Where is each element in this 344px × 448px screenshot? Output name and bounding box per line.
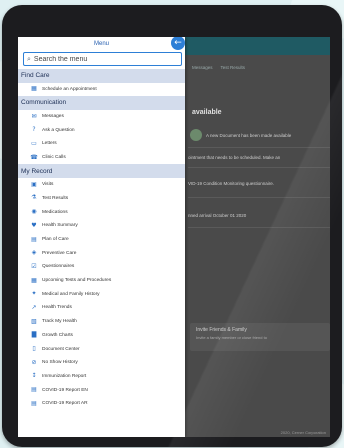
syringe-icon: ↕ bbox=[31, 372, 37, 380]
divider bbox=[188, 147, 330, 148]
document-icon: ▯ bbox=[32, 345, 36, 353]
menu-item[interactable]: ☑ Questionnaires bbox=[18, 260, 185, 274]
menu-item-label: Schedule an Appointment bbox=[42, 86, 97, 92]
menu-item-label: Upcoming Tests and Procedures bbox=[42, 278, 112, 284]
tablet-frame: Messages Test Results available A new Do… bbox=[2, 5, 342, 447]
menu-item[interactable]: ✉ Messages bbox=[18, 110, 185, 124]
notification-line[interactable]: VID-19 Condition Monitoring questionnair… bbox=[188, 181, 330, 186]
notification-line[interactable]: ointment that needs to be scheduled. Mak… bbox=[188, 155, 330, 160]
menu-item-label: Growth Charts bbox=[42, 332, 73, 338]
menu-item-label: Visits bbox=[42, 182, 54, 188]
app-nav-test-results[interactable]: Test Results bbox=[221, 65, 246, 70]
menu-item-label: Preventive Care bbox=[42, 250, 77, 256]
report-icon: ▤ bbox=[31, 399, 37, 407]
menu-item[interactable]: ▧ Track My Health bbox=[18, 315, 185, 329]
menu-item-label: Plan of Care bbox=[42, 237, 69, 243]
avatar bbox=[190, 129, 202, 141]
menu-item[interactable]: ↗ Health Trends bbox=[18, 301, 185, 315]
menu-item-label: Messages bbox=[42, 114, 64, 120]
calendar-icon: ▦ bbox=[31, 85, 37, 93]
menu-item-label: Track My Health bbox=[42, 319, 77, 325]
menu-item[interactable]: ♥ Health Summary bbox=[18, 219, 185, 233]
divider bbox=[188, 227, 330, 228]
menu-item-label: Test Results bbox=[42, 195, 69, 201]
question-bubble-icon: ? bbox=[32, 126, 36, 134]
report-icon: ▤ bbox=[31, 386, 37, 394]
app-section-heading: available bbox=[192, 109, 222, 116]
menu-item[interactable]: ▦ Upcoming Tests and Procedures bbox=[18, 274, 185, 288]
menu-item[interactable]: ⊘ No Show History bbox=[18, 356, 185, 370]
divider bbox=[188, 167, 330, 168]
menu-item[interactable]: ▇ Growth Charts bbox=[18, 329, 185, 343]
letter-icon: ▭ bbox=[31, 139, 37, 147]
tracker-icon: ▧ bbox=[31, 317, 37, 325]
menu-section-header: Communication bbox=[18, 96, 185, 110]
trend-icon: ↗ bbox=[31, 303, 37, 311]
menu-item[interactable]: ▯ Document Center bbox=[18, 342, 185, 356]
menu-item-label: Medical and Family History bbox=[42, 291, 100, 297]
calendar-check-icon: ▦ bbox=[31, 276, 37, 284]
menu-header: Menu ← bbox=[18, 37, 185, 51]
menu-item-label: No Show History bbox=[42, 360, 78, 366]
menu-item[interactable]: ☎ Clinic Calls bbox=[18, 151, 185, 165]
invite-card[interactable]: Invite Friends & Family Invite a family … bbox=[190, 323, 330, 351]
menu-item-label: COVID-19 Report EN bbox=[42, 387, 88, 393]
menu-item-label: Medications bbox=[42, 209, 68, 215]
notification-line[interactable]: nned arrival October 01 2020 bbox=[188, 213, 330, 218]
flask-icon: ⚗ bbox=[31, 194, 37, 202]
menu-item[interactable]: ▦ Schedule an Appointment bbox=[18, 83, 185, 97]
heart-icon: ♥ bbox=[31, 221, 37, 229]
no-show-icon: ⊘ bbox=[31, 358, 37, 366]
tablet-screen: Messages Test Results available A new Do… bbox=[18, 37, 330, 437]
phone-icon: ☎ bbox=[30, 153, 38, 161]
arrow-left-icon[interactable]: ← bbox=[171, 37, 185, 50]
menu-item[interactable]: ▤ COVID-19 Report AR bbox=[18, 397, 185, 411]
app-footer: 2020, Cerner Corporation bbox=[280, 430, 326, 435]
clipboard-icon: ▤ bbox=[31, 235, 37, 243]
search-box: ⌕ bbox=[23, 52, 182, 66]
growth-chart-icon: ▇ bbox=[31, 331, 37, 339]
menu-item[interactable]: ▣ Visits bbox=[18, 178, 185, 192]
notification-line[interactable]: A new Document has been made available bbox=[206, 133, 330, 138]
menu-item-label: Letters bbox=[42, 141, 57, 147]
shield-icon: ◈ bbox=[31, 249, 37, 257]
menu-panel: Menu ← ⌕ Find Care ▦ Schedule an Appointme… bbox=[18, 37, 185, 437]
invite-card-subtitle: Invite a family member or close friend t… bbox=[196, 335, 267, 340]
family-icon: ✦ bbox=[31, 290, 37, 298]
menu-item[interactable]: ? Ask a Question bbox=[18, 123, 185, 137]
menu-item-label: Clinic Calls bbox=[42, 155, 66, 161]
menu-title: Menu bbox=[93, 41, 109, 47]
menu-item[interactable]: ⚗ Test Results bbox=[18, 192, 185, 206]
checklist-icon: ☑ bbox=[31, 262, 37, 270]
menu-item-label: Health Summary bbox=[42, 223, 78, 229]
menu-item[interactable]: ↕ Immunization Report bbox=[18, 370, 185, 384]
menu-item-label: COVID-19 Report AR bbox=[42, 401, 88, 407]
menu-item-label: Health Trends bbox=[42, 305, 72, 311]
menu-item[interactable]: ◈ Preventive Care bbox=[18, 246, 185, 260]
menu-section-header: My Record bbox=[18, 164, 185, 178]
app-nav-messages[interactable]: Messages bbox=[192, 65, 213, 70]
app-nav: Messages Test Results bbox=[186, 57, 330, 77]
menu-item[interactable]: ▤ Plan of Care bbox=[18, 233, 185, 247]
menu-item-label: Immunization Report bbox=[42, 373, 87, 379]
visit-icon: ▣ bbox=[31, 180, 37, 188]
menu-item-label: Ask a Question bbox=[42, 127, 75, 133]
menu-item[interactable]: ▭ Letters bbox=[18, 137, 185, 151]
menu-list: Find Care ▦ Schedule an Appointment Communi… bbox=[18, 69, 185, 411]
divider bbox=[188, 197, 330, 198]
menu-item[interactable]: ▤ COVID-19 Report EN bbox=[18, 383, 185, 397]
invite-card-title: Invite Friends & Family bbox=[196, 327, 247, 333]
search-icon: ⌕ bbox=[27, 54, 31, 63]
menu-item-label: Questionnaires bbox=[42, 264, 75, 270]
menu-section-header: Find Care bbox=[18, 69, 185, 83]
menu-item[interactable]: ✦ Medical and Family History bbox=[18, 287, 185, 301]
envelope-icon: ✉ bbox=[31, 112, 37, 120]
pill-icon: ◉ bbox=[31, 208, 37, 216]
search-input[interactable] bbox=[33, 53, 174, 65]
menu-item-label: Document Center bbox=[42, 346, 80, 352]
menu-item[interactable]: ◉ Medications bbox=[18, 205, 185, 219]
